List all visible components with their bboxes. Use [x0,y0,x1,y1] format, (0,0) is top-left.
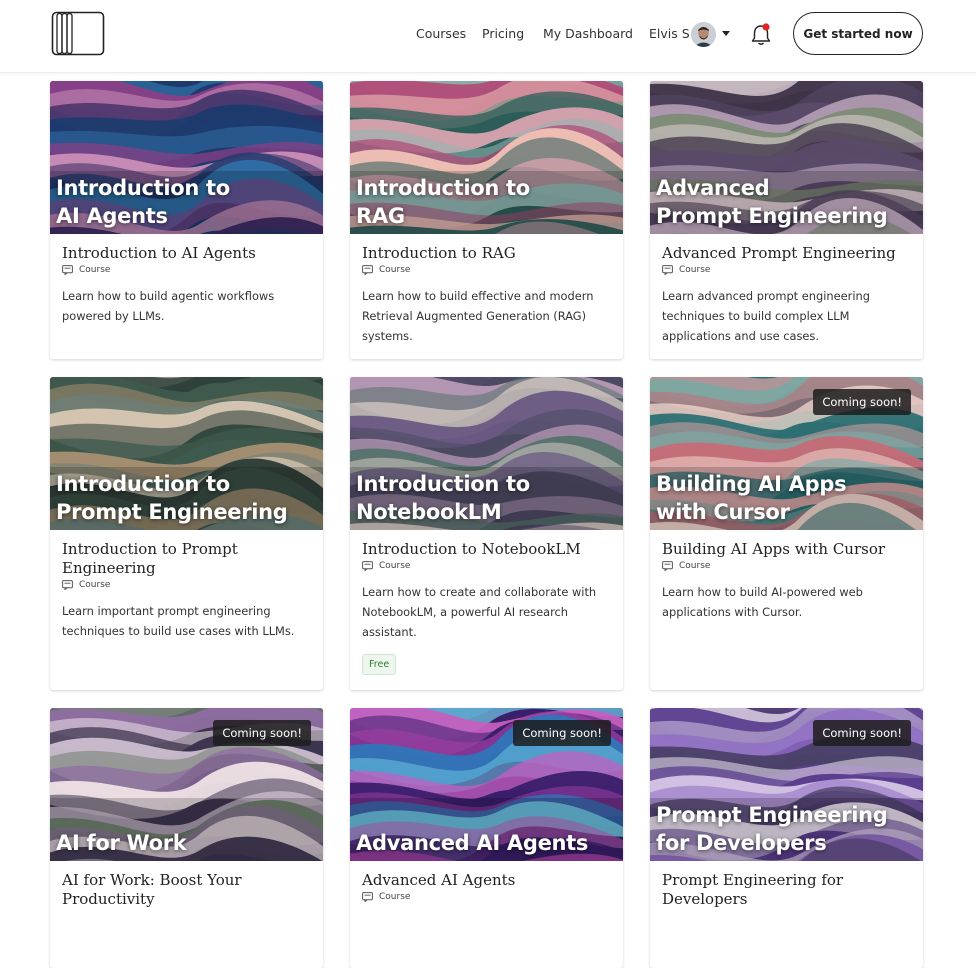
thumbnail-title: Advanced Prompt Engineering [656,176,888,228]
course-description: Learn advanced prompt engineering techni… [662,289,870,343]
chevron-down-icon[interactable] [721,30,731,37]
course-card[interactable]: Advanced Prompt Engineering Advanced Prom… [650,81,923,359]
course-card[interactable]: Prompt Engineering for Developers Coming … [650,708,923,968]
course-card[interactable]: Introduction to AI Agents Introduction to… [50,81,323,359]
course-type: Course [362,561,611,571]
course-type-label: Course [79,580,111,590]
thumbnail-title: Advanced AI Agents [356,831,589,855]
thumbnail-title: Introduction to NotebookLM [356,472,530,524]
course-card-body: Introduction to NotebookLM Course Learn ho… [350,530,623,687]
course-title[interactable]: Introduction to Prompt Engineering [62,540,311,578]
thumbnail-title: Building AI Apps with Cursor [656,472,847,524]
course-thumbnail[interactable]: AI for Work Coming soon! [50,708,323,861]
course-type: Course [362,265,611,275]
course-card-body: Introduction to RAG Course Learn how to bu… [350,234,623,358]
course-thumbnail[interactable]: Advanced Prompt Engineering [650,81,923,234]
thumbnail-title: Introduction to RAG [356,176,530,228]
course-card-body: Advanced AI Agents Course [350,861,623,914]
avatar-image [691,22,716,47]
course-title[interactable]: Building AI Apps with Cursor [662,540,911,559]
course-description: Learn how to build effective and modern … [362,289,594,343]
user-name[interactable]: Elvis S [649,26,690,41]
course-icon [362,561,373,571]
course-icon [662,265,673,275]
course-description: Learn how to create and collaborate with… [362,585,597,639]
course-card[interactable]: Introduction to RAG Introduction to RAG Co… [350,81,623,359]
nav-link-courses[interactable]: Courses [416,26,466,41]
course-card[interactable]: Building AI Apps with Cursor Coming soon!… [650,377,923,690]
free-tag: Free [362,654,397,675]
coming-soon-badge: Coming soon! [813,720,911,746]
coming-soon-badge: Coming soon! [813,389,911,415]
course-type: Course [62,265,311,275]
course-card[interactable]: Introduction to Prompt Engineering Introd… [50,377,323,690]
course-title[interactable]: Introduction to AI Agents [62,244,311,263]
course-title[interactable]: Advanced Prompt Engineering [662,244,911,263]
course-card-body: Introduction to Prompt Engineering Course… [50,530,323,653]
course-icon [362,265,373,275]
course-icon [662,561,673,571]
course-type: Course [662,265,911,275]
avatar[interactable] [691,22,716,47]
course-type-label: Course [679,561,711,571]
course-type-label: Course [379,265,411,275]
course-thumbnail[interactable]: Building AI Apps with Cursor Coming soon! [650,377,923,530]
course-thumbnail[interactable]: Introduction to AI Agents [50,81,323,234]
thumbnail-title: AI for Work [56,831,187,855]
coming-soon-badge: Coming soon! [513,720,611,746]
course-title[interactable]: Introduction to RAG [362,244,611,263]
course-title[interactable]: Introduction to NotebookLM [362,540,611,559]
course-thumbnail[interactable]: Prompt Engineering for Developers Coming … [650,708,923,861]
course-description: Learn important prompt engineering techn… [62,604,295,638]
nav-link-my-dashboard[interactable]: My Dashboard [543,26,633,41]
thumbnail-title: Prompt Engineering for Developers [656,803,888,855]
course-card[interactable]: AI for Work Coming soon! AI for Work: Boos… [50,708,323,968]
course-type-label: Course [679,265,711,275]
course-title[interactable]: AI for Work: Boost Your Productivity [62,871,311,909]
course-icon [362,892,373,902]
logo-icon[interactable] [51,11,105,56]
coming-soon-badge: Coming soon! [213,720,311,746]
course-card[interactable]: Advanced AI Agents Coming soon! Advanced A… [350,708,623,968]
course-card-body: Introduction to AI Agents Course Learn how… [50,234,323,338]
course-card-body: Prompt Engineering for Developers [650,861,923,921]
course-thumbnail[interactable]: Introduction to Prompt Engineering [50,377,323,530]
course-icon [62,580,73,590]
course-type: Course [362,892,611,902]
thumbnail-title: Introduction to Prompt Engineering [56,472,288,524]
course-card-body: Building AI Apps with Cursor Course Learn … [650,530,923,634]
course-title[interactable]: Advanced AI Agents [362,871,611,890]
course-icon [62,265,73,275]
course-type-label: Course [79,265,111,275]
bell-icon[interactable] [749,22,773,48]
course-description: Learn how to build AI-powered web applic… [662,585,863,619]
nav-link-pricing[interactable]: Pricing [482,26,524,41]
course-thumbnail[interactable]: Introduction to NotebookLM [350,377,623,530]
top-navbar: Courses Pricing My Dashboard Elvis S Get… [0,0,976,73]
course-description: Learn how to build agentic workflows pow… [62,289,275,323]
get-started-button[interactable]: Get started now [793,12,923,55]
course-title[interactable]: Prompt Engineering for Developers [662,871,911,909]
course-type-label: Course [379,561,411,571]
course-thumbnail[interactable]: Advanced AI Agents Coming soon! [350,708,623,861]
thumbnail-title: Introduction to AI Agents [56,176,230,228]
course-type-label: Course [379,892,411,902]
course-card-body: Advanced Prompt Engineering Course Learn a… [650,234,923,358]
course-type: Course [62,580,311,590]
course-type: Course [662,561,911,571]
course-card[interactable]: Introduction to NotebookLM Introduction t… [350,377,623,690]
course-thumbnail[interactable]: Introduction to RAG [350,81,623,234]
course-card-body: AI for Work: Boost Your Productivity [50,861,323,921]
